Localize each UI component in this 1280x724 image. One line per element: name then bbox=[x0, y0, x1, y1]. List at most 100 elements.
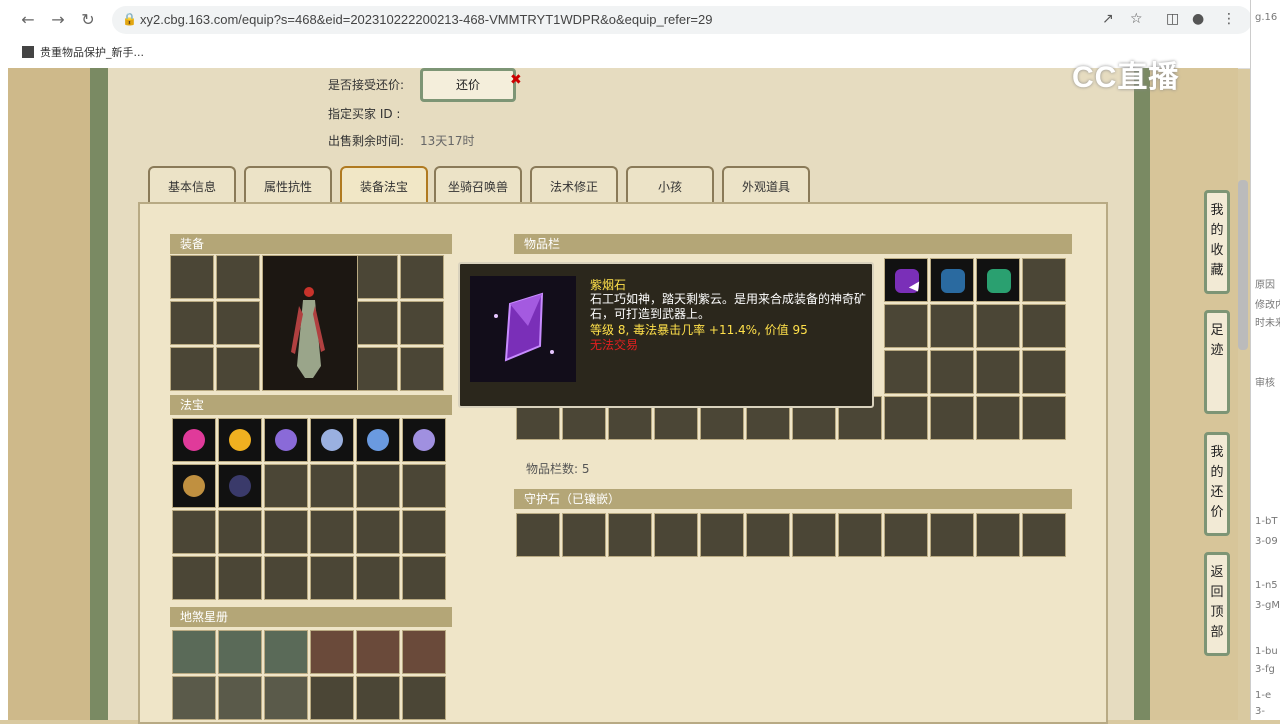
inventory-slot[interactable] bbox=[1022, 258, 1066, 302]
tab-mounts-pets[interactable]: 坐骑召唤兽 bbox=[434, 166, 522, 204]
footprint-button[interactable]: 足迹 bbox=[1204, 310, 1230, 414]
close-overlay-icon[interactable]: ✕ bbox=[1255, 78, 1280, 110]
inventory-slot[interactable] bbox=[930, 350, 974, 394]
equipment-slot[interactable] bbox=[216, 255, 260, 299]
equipment-slot[interactable] bbox=[354, 255, 398, 299]
tab-attributes[interactable]: 属性抗性 bbox=[244, 166, 332, 204]
inventory-item-icon[interactable] bbox=[976, 258, 1020, 302]
scrollbar-thumb[interactable] bbox=[1238, 180, 1248, 350]
treasure-item-icon[interactable] bbox=[172, 418, 216, 462]
treasure-item-icon[interactable] bbox=[218, 464, 262, 508]
guard-stone-slot[interactable] bbox=[654, 513, 698, 557]
inventory-slot[interactable] bbox=[930, 396, 974, 440]
profile-icon[interactable]: ● bbox=[1192, 11, 1204, 27]
inventory-slot[interactable] bbox=[884, 396, 928, 440]
star-book-portrait[interactable] bbox=[172, 676, 216, 720]
inventory-slot[interactable] bbox=[1022, 350, 1066, 394]
inventory-slot[interactable] bbox=[884, 304, 928, 348]
star-book-portrait[interactable] bbox=[402, 630, 446, 674]
tab-equipment[interactable]: 装备法宝 bbox=[340, 166, 428, 204]
guard-stone-slot[interactable] bbox=[930, 513, 974, 557]
my-favorites-button[interactable]: 我的收藏 bbox=[1204, 190, 1230, 294]
treasure-slot[interactable] bbox=[402, 556, 446, 600]
star-icon[interactable]: ☆ bbox=[1130, 11, 1143, 27]
equipment-slot[interactable] bbox=[170, 347, 214, 391]
treasure-slot[interactable] bbox=[356, 464, 400, 508]
reload-icon[interactable]: ↻ bbox=[78, 10, 98, 30]
equipment-slot[interactable] bbox=[216, 301, 260, 345]
menu-icon[interactable]: ⋮ bbox=[1222, 11, 1236, 27]
star-book-portrait[interactable] bbox=[356, 630, 400, 674]
star-book-portrait[interactable] bbox=[264, 676, 308, 720]
treasure-slot[interactable] bbox=[264, 464, 308, 508]
treasure-slot[interactable] bbox=[172, 556, 216, 600]
inventory-slot[interactable] bbox=[976, 350, 1020, 394]
inventory-slot[interactable] bbox=[976, 396, 1020, 440]
share-icon[interactable]: ↗ bbox=[1102, 11, 1114, 27]
treasure-item-icon[interactable] bbox=[218, 418, 262, 462]
treasure-slot[interactable] bbox=[264, 556, 308, 600]
back-icon[interactable]: ← bbox=[18, 10, 38, 30]
guard-stone-slot[interactable] bbox=[700, 513, 744, 557]
star-book-slot[interactable] bbox=[356, 676, 400, 720]
star-book-portrait[interactable] bbox=[218, 676, 262, 720]
equipment-slot[interactable] bbox=[400, 255, 444, 299]
equipment-slot[interactable] bbox=[400, 301, 444, 345]
inventory-slot[interactable] bbox=[884, 350, 928, 394]
star-book-portrait[interactable] bbox=[310, 630, 354, 674]
treasure-slot[interactable] bbox=[172, 510, 216, 554]
equipment-slot[interactable] bbox=[400, 347, 444, 391]
guard-stone-slot[interactable] bbox=[746, 513, 790, 557]
treasure-item-icon[interactable] bbox=[402, 418, 446, 462]
back-to-top-button[interactable]: 返回顶部 bbox=[1204, 552, 1230, 656]
treasure-item-icon[interactable] bbox=[356, 418, 400, 462]
guard-stone-slot[interactable] bbox=[838, 513, 882, 557]
star-book-portrait[interactable] bbox=[264, 630, 308, 674]
inventory-slot[interactable] bbox=[930, 304, 974, 348]
treasure-item-icon[interactable] bbox=[310, 418, 354, 462]
treasure-slot[interactable] bbox=[402, 464, 446, 508]
forward-icon[interactable]: → bbox=[48, 10, 68, 30]
guard-stone-slot[interactable] bbox=[976, 513, 1020, 557]
address-bar[interactable]: 🔒 xy2.cbg.163.com/equip?s=468&eid=202310… bbox=[112, 6, 1252, 34]
treasure-slot[interactable] bbox=[402, 510, 446, 554]
inventory-slot[interactable] bbox=[1022, 396, 1066, 440]
treasure-slot[interactable] bbox=[218, 556, 262, 600]
inventory-item-icon[interactable] bbox=[884, 258, 928, 302]
guard-stone-slot[interactable] bbox=[884, 513, 928, 557]
tab-basic-info[interactable]: 基本信息 bbox=[148, 166, 236, 204]
my-offers-button[interactable]: 我的还价 bbox=[1204, 432, 1230, 536]
inventory-slot[interactable] bbox=[976, 304, 1020, 348]
treasure-slot[interactable] bbox=[356, 510, 400, 554]
equipment-slot[interactable] bbox=[170, 255, 214, 299]
treasure-slot[interactable] bbox=[310, 464, 354, 508]
treasure-item-icon[interactable] bbox=[172, 464, 216, 508]
tab-child[interactable]: 小孩 bbox=[626, 166, 714, 204]
treasure-slot[interactable] bbox=[264, 510, 308, 554]
guard-stone-slot[interactable] bbox=[608, 513, 652, 557]
bookmark-item[interactable]: 贵重物品保护_新手... bbox=[22, 44, 144, 60]
inventory-item-icon[interactable] bbox=[930, 258, 974, 302]
star-book-portrait[interactable] bbox=[218, 630, 262, 674]
treasure-slot[interactable] bbox=[218, 510, 262, 554]
tab-spell-mod[interactable]: 法术修正 bbox=[530, 166, 618, 204]
star-book-slot[interactable] bbox=[402, 676, 446, 720]
treasure-slot[interactable] bbox=[356, 556, 400, 600]
tab-appearance[interactable]: 外观道具 bbox=[722, 166, 810, 204]
guard-stone-slot[interactable] bbox=[516, 513, 560, 557]
star-book-slot[interactable] bbox=[310, 676, 354, 720]
sidepanel-icon[interactable]: ◫ bbox=[1166, 11, 1179, 27]
treasure-slot[interactable] bbox=[310, 510, 354, 554]
guard-stone-slot[interactable] bbox=[792, 513, 836, 557]
url-text[interactable]: xy2.cbg.163.com/equip?s=468&eid=20231022… bbox=[140, 12, 713, 27]
guard-stone-slot[interactable] bbox=[562, 513, 606, 557]
star-book-portrait[interactable] bbox=[172, 630, 216, 674]
treasure-item-icon[interactable] bbox=[264, 418, 308, 462]
equipment-slot[interactable] bbox=[170, 301, 214, 345]
treasure-slot[interactable] bbox=[310, 556, 354, 600]
equipment-slot[interactable] bbox=[216, 347, 260, 391]
offer-button[interactable]: 还价 bbox=[420, 68, 516, 102]
equipment-slot[interactable] bbox=[354, 347, 398, 391]
equipment-slot[interactable] bbox=[354, 301, 398, 345]
inventory-slot[interactable] bbox=[1022, 304, 1066, 348]
